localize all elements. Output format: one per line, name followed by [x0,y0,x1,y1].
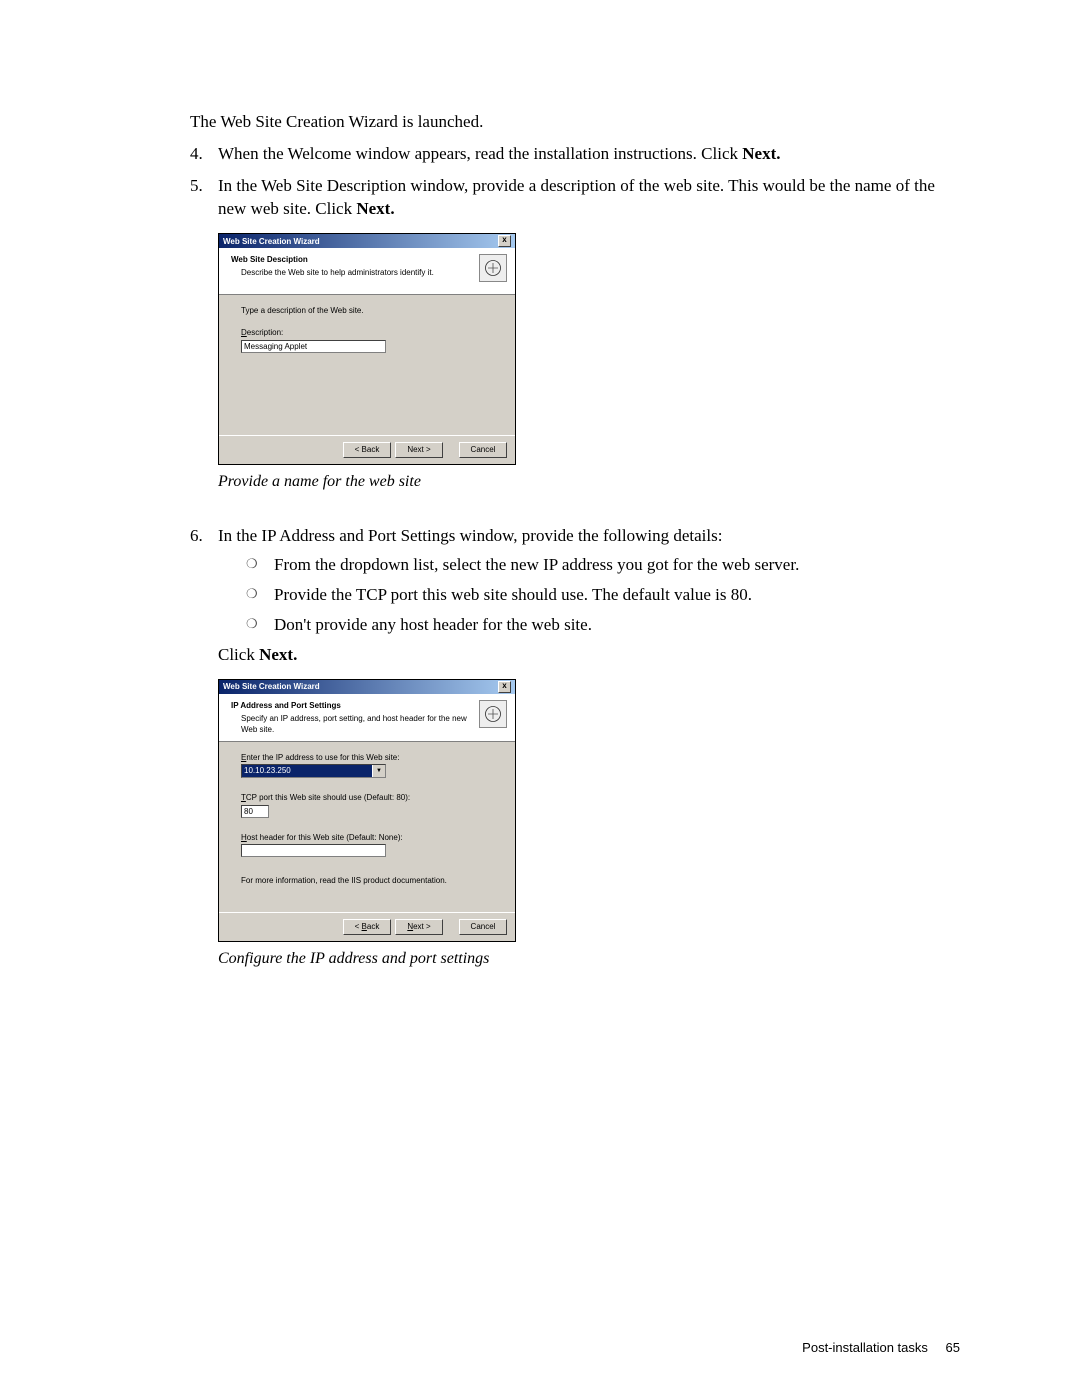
wizard-note: For more information, read the IIS produ… [241,875,497,886]
description-input[interactable] [241,340,386,353]
step-6-click: Click [218,645,259,664]
wizard-icon [479,700,507,728]
step-6-bullet-2: ❍ Provide the TCP port this web site sho… [246,583,960,607]
ip-selected-value: 10.10.23.250 [242,765,372,777]
cancel-button[interactable]: Cancel [459,442,507,458]
wizard-header-title: Web Site Desciption [231,254,479,265]
figure-1-caption: Provide a name for the web site [218,471,960,493]
back-button[interactable]: < Back [343,919,391,935]
wizard-icon [479,254,507,282]
figure-wizard-ipport: Web Site Creation Wizard x IP Address an… [218,679,960,943]
wizard-footer: < Back Next > Cancel [219,435,515,464]
step-5-next: Next. [356,199,394,218]
step-5-text: In the Web Site Description window, prov… [218,176,935,219]
step-4-next: Next. [742,144,780,163]
figure-wizard-description: Web Site Creation Wizard x Web Site Desc… [218,233,960,465]
tcp-label: TCP port this Web site should use (Defau… [241,792,497,803]
step-5-number: 5. [190,174,218,516]
footer-page-number: 65 [946,1340,960,1355]
titlebar: Web Site Creation Wizard x [219,680,515,694]
wizard-content: Enter the IP address to use for this Web… [219,742,515,912]
wizard-title: Web Site Creation Wizard [223,681,320,692]
step-4-number: 4. [190,142,218,166]
cancel-button[interactable]: Cancel [459,919,507,935]
wizard-header-subtitle: Describe the Web site to help administra… [231,267,479,278]
wizard-header-title: IP Address and Port Settings [231,700,479,711]
step-5: 5. In the Web Site Description window, p… [190,174,960,516]
wizard-ipport-dialog: Web Site Creation Wizard x IP Address an… [218,679,516,943]
close-icon[interactable]: x [498,681,511,693]
close-icon[interactable]: x [498,235,511,247]
wizard-title: Web Site Creation Wizard [223,236,320,247]
ip-dropdown[interactable]: 10.10.23.250 ▼ [241,764,386,778]
step-6-next: Next. [259,645,297,664]
wizard-header-subtitle: Specify an IP address, port setting, and… [231,713,479,735]
next-button[interactable]: Next > [395,919,443,935]
next-button[interactable]: Next > [395,442,443,458]
step-6-bullet-3: ❍ Don't provide any host header for the … [246,613,960,637]
host-header-input[interactable] [241,844,386,857]
wizard-description-dialog: Web Site Creation Wizard x Web Site Desc… [218,233,516,465]
tcp-port-input[interactable] [241,805,269,818]
step-6-number: 6. [190,524,218,993]
description-prompt: Type a description of the Web site. [241,305,497,316]
bullet-icon: ❍ [246,613,274,637]
back-button[interactable]: < Back [343,442,391,458]
footer-section: Post-installation tasks [802,1340,928,1355]
ip-label: Enter the IP address to use for this Web… [241,752,497,763]
wizard-header: IP Address and Port Settings Specify an … [219,694,515,743]
description-label: Description: [241,327,497,338]
intro-text: The Web Site Creation Wizard is launched… [190,110,960,134]
step-6: 6. In the IP Address and Port Settings w… [190,524,960,993]
wizard-content: Type a description of the Web site. Desc… [219,295,515,435]
step-6-bullet-1: ❍ From the dropdown list, select the new… [246,553,960,577]
step-4: 4. When the Welcome window appears, read… [190,142,960,166]
wizard-header: Web Site Desciption Describe the Web sit… [219,248,515,295]
titlebar: Web Site Creation Wizard x [219,234,515,248]
figure-2-caption: Configure the IP address and port settin… [218,948,960,970]
chevron-down-icon[interactable]: ▼ [372,765,385,777]
wizard-footer: < Back Next > Cancel [219,912,515,941]
step-6-text: In the IP Address and Port Settings wind… [218,526,722,545]
bullet-icon: ❍ [246,553,274,577]
page-footer: Post-installation tasks 65 [802,1339,960,1357]
bullet-icon: ❍ [246,583,274,607]
host-label: Host header for this Web site (Default: … [241,832,497,843]
step-4-text: When the Welcome window appears, read th… [218,144,742,163]
